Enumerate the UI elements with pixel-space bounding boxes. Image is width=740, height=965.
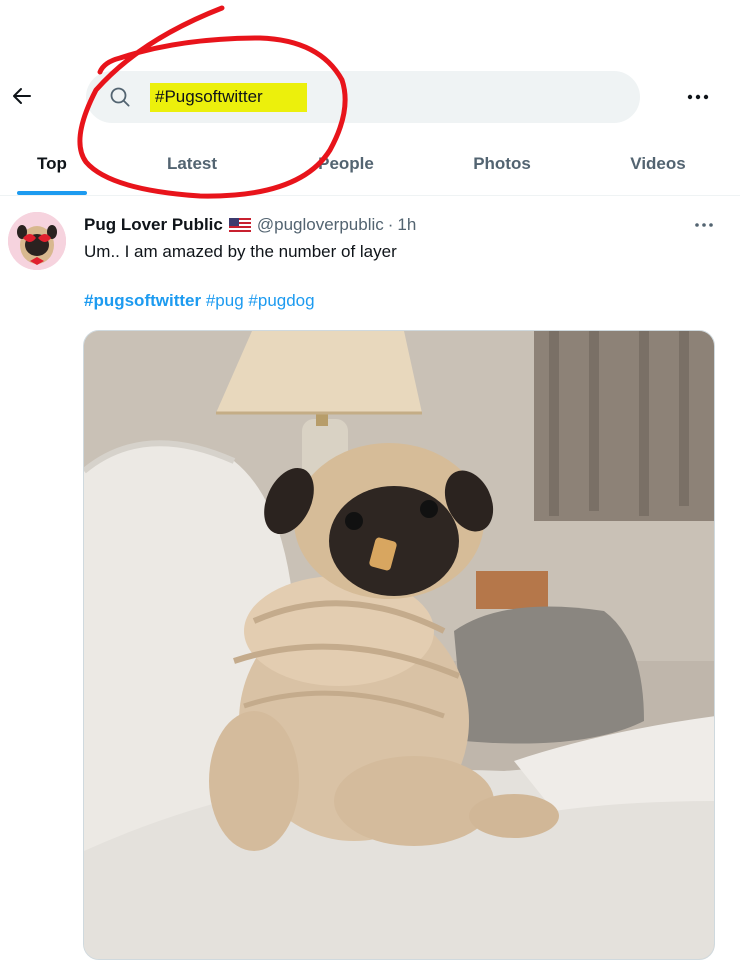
avatar[interactable] [8, 212, 66, 270]
more-horizontal-icon [687, 94, 709, 100]
arrow-left-icon [13, 88, 31, 104]
hashtag-link[interactable]: #pug [206, 291, 244, 310]
search-box[interactable]: #Pugsoftwitter [86, 71, 640, 123]
hashtag-link[interactable]: #pugdog [248, 291, 314, 310]
us-flag-icon [228, 218, 251, 232]
tweet-photo[interactable] [83, 330, 715, 960]
display-name[interactable]: Pug Lover Public [84, 215, 223, 235]
tweet-time[interactable]: 1h [397, 215, 416, 235]
tab-videos[interactable]: Videos [608, 132, 708, 196]
search-input[interactable]: #Pugsoftwitter [155, 87, 263, 107]
active-tab-indicator [17, 191, 87, 195]
hashtag-link[interactable]: #pugsoftwitter [84, 291, 201, 310]
pug-photo-image [84, 331, 714, 959]
tweet-header: Pug Lover Public @pugloverpublic · 1h [84, 214, 416, 236]
tab-top[interactable]: Top [17, 132, 87, 196]
search-tabs: Top Latest People Photos Videos [0, 132, 740, 196]
tweet-hashtags: #pugsoftwitter #pug #pugdog [84, 291, 315, 311]
more-options-button[interactable] [680, 80, 716, 114]
separator-dot: · [387, 215, 394, 234]
tab-people[interactable]: People [296, 132, 396, 196]
tab-photos[interactable]: Photos [452, 132, 552, 196]
user-handle[interactable]: @pugloverpublic [257, 215, 384, 235]
more-horizontal-icon [695, 223, 713, 227]
tweet-text: Um.. I am amazed by the number of layer [84, 242, 397, 261]
search-icon [110, 87, 130, 107]
pug-avatar-image [8, 212, 66, 270]
tab-latest[interactable]: Latest [142, 132, 242, 196]
back-button[interactable] [4, 76, 40, 116]
tweet-more-button[interactable] [688, 212, 720, 238]
